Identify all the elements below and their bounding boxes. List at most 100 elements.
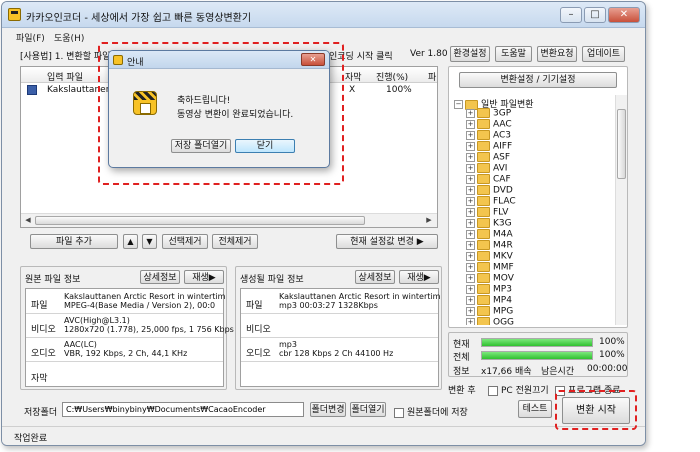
generated-play-button[interactable]: 재생▶ [399,270,439,284]
scroll-left-arrow[interactable]: ◀ [22,215,34,226]
scroll-right-arrow[interactable]: ▶ [423,215,435,226]
tree-item[interactable]: + MPG [466,306,514,317]
move-up-button[interactable]: ▲ [123,234,138,249]
tree-item[interactable]: + AAC [466,119,512,130]
column-subtitle[interactable]: 자막 [345,70,362,83]
original-play-button[interactable]: 재생▶ [184,270,224,284]
expand-icon[interactable]: + [466,306,475,316]
start-button-highlight [555,390,637,430]
pc-off-checkbox[interactable] [488,385,498,396]
menu-help[interactable]: 도움(H) [54,31,84,44]
folder-icon [477,163,490,173]
move-down-button[interactable]: ▼ [142,234,157,249]
tree-item[interactable]: + MP4 [466,295,512,306]
change-folder-button[interactable]: 폴더변경 [310,402,346,417]
tree-item[interactable]: + CAF [466,174,511,185]
tree-item-label: DVD [493,185,513,196]
row-subtitle: X [349,85,356,95]
dialog-close-button[interactable]: ✕ [301,53,325,66]
total-progress-value: 100% [599,350,625,360]
title-bar[interactable]: 카카오인코더 - 세상에서 가장 쉽고 빠른 동영상변환기 – □ ✕ [2,2,645,28]
tree-scroll-thumb[interactable] [617,109,626,179]
dialog-open-folder-button[interactable]: 저장 폴더열기 [171,139,231,153]
tree-item[interactable]: + K3G [466,218,512,229]
tree-item[interactable]: +3GP [466,108,511,119]
tree-item[interactable]: + MKV [466,251,513,262]
original-file-value2: MPEG-4(Base Media / Version 2), 00:0 [64,301,216,310]
expand-icon[interactable]: + [466,119,475,129]
tree-item[interactable]: + AIFF [466,141,512,152]
format-tree[interactable]: − 일반 파일변환 +3GP + AAC + AC3 + AIFF + ASF + AVI + CAF + D… [452,95,614,325]
progress-group: 현재 100% 전체 100% 정보 x17,66 배속 남은시간 00:00:… [448,332,628,377]
maximize-button[interactable]: □ [584,7,606,23]
expand-icon[interactable]: + [466,152,475,162]
expand-icon[interactable]: + [466,295,475,305]
test-button[interactable]: 테스트 [518,400,552,418]
dialog-title-bar[interactable]: 안내 ✕ [109,51,329,69]
update-button[interactable]: 업데이트 [582,46,625,62]
expand-icon[interactable]: + [466,284,475,294]
after-conversion-label: 변환 후 [448,386,476,396]
tree-item[interactable]: + DVD [466,185,513,196]
remove-selected-button[interactable]: 선택제거 [162,234,208,249]
expand-icon[interactable]: + [466,229,475,239]
request-button[interactable]: 변환요청 [537,46,577,62]
tree-item[interactable]: + AC3 [466,130,511,141]
expand-icon[interactable]: + [466,174,475,184]
expand-icon[interactable]: + [466,108,475,118]
remove-all-button[interactable]: 전체제거 [212,234,258,249]
tree-item[interactable]: + AVI [466,163,507,174]
horizontal-scrollbar[interactable]: ◀ ▶ [21,213,437,227]
pc-off-option[interactable]: PC 전원끄기 [488,383,549,396]
dialog-app-icon [113,55,123,65]
dialog-close-confirm-button[interactable]: 닫기 [235,139,295,153]
tree-item[interactable]: + FLAC [466,196,516,207]
total-progress-fill [482,352,592,359]
expand-icon[interactable]: + [466,185,475,195]
save-to-source-option[interactable]: 원본폴더에 저장 [394,405,468,418]
expand-icon[interactable]: + [466,317,475,325]
generated-audio-value2: cbr 128 Kbps 2 Ch 44100 Hz [279,349,394,358]
save-to-source-checkbox[interactable] [394,407,404,418]
expand-icon[interactable]: + [466,196,475,206]
tree-item[interactable]: + ASF [466,152,510,163]
open-folder-button[interactable]: 폴더열기 [350,402,386,417]
row-progress: 100% [386,85,412,95]
conversion-settings-button[interactable]: 변환설정 / 기기설정 [459,72,617,88]
column-file[interactable]: 파 [428,70,436,83]
expand-icon[interactable]: + [466,273,475,283]
expand-icon[interactable]: + [466,141,475,151]
tree-scrollbar[interactable] [615,95,627,325]
tree-item-label: MPG [493,306,514,317]
tree-item[interactable]: + M4R [466,240,513,251]
expand-icon[interactable]: + [466,262,475,272]
tree-item[interactable]: + M4A [466,229,513,240]
tree-item[interactable]: + OGG [466,317,514,325]
tree-item[interactable]: + MMF [466,262,514,273]
menu-file[interactable]: 파일(F) [16,31,45,44]
close-button[interactable]: ✕ [608,7,640,23]
original-detail-button[interactable]: 상세정보 [140,270,180,284]
tree-item[interactable]: + MP3 [466,284,512,295]
minimize-button[interactable]: – [560,7,582,23]
save-folder-input[interactable] [62,402,304,417]
tree-item[interactable]: + FLV [466,207,508,218]
expand-icon[interactable]: + [466,130,475,140]
expand-icon[interactable]: + [466,163,475,173]
expand-icon[interactable]: + [466,207,475,217]
tree-root[interactable]: − 일반 파일변환 [454,97,534,110]
expand-icon[interactable]: + [466,251,475,261]
help-button[interactable]: 도움말 [495,46,532,62]
scroll-thumb[interactable] [35,216,365,225]
column-input-file[interactable]: 입력 파일 [47,70,83,83]
change-settings-button[interactable]: 현재 설정값 변경 ▶ [336,234,438,249]
column-progress[interactable]: 진행(%) [376,70,408,83]
expand-icon[interactable]: + [466,240,475,250]
folder-icon [477,108,490,118]
preferences-button[interactable]: 환경설정 [450,46,490,62]
generated-info-table: 파일 Kakslauttanen Arctic Resort in winter… [240,288,440,387]
tree-item[interactable]: + MOV [466,273,514,284]
add-file-button[interactable]: 파일 추가 [30,234,118,249]
generated-detail-button[interactable]: 상세정보 [355,270,395,284]
expand-icon[interactable]: + [466,218,475,228]
